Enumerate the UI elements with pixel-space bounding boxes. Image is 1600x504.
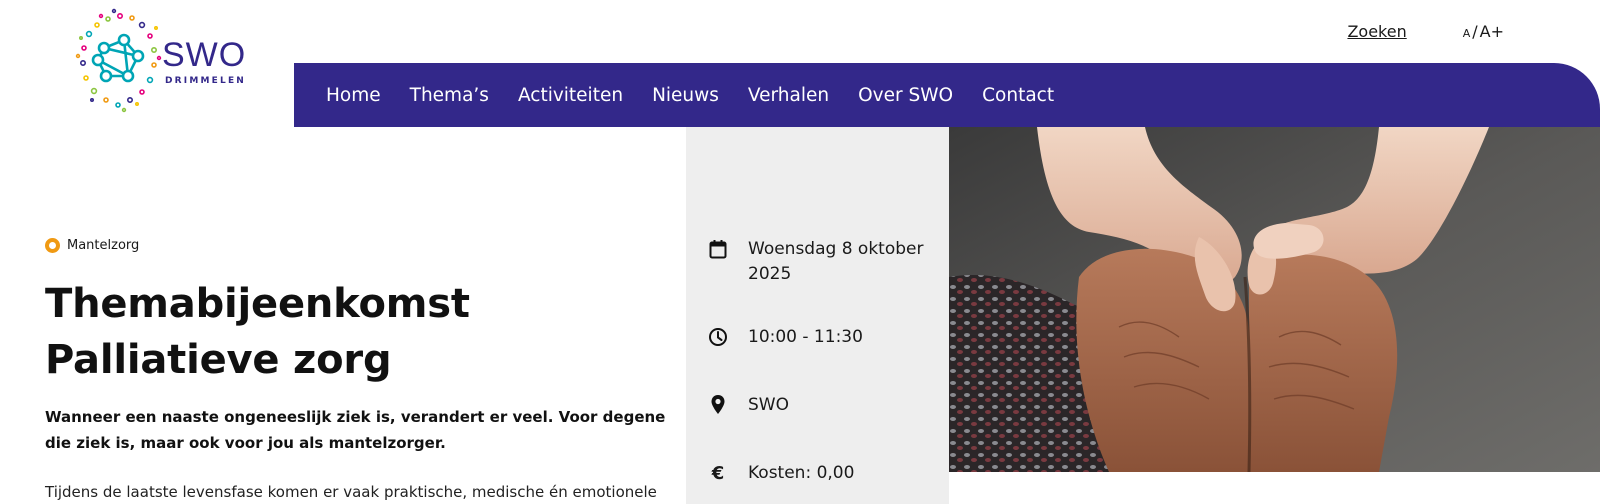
nav-item-home[interactable]: Home <box>326 85 381 106</box>
nav-item-verhalen[interactable]: Verhalen <box>748 85 829 106</box>
event-cost: € Kosten: 0,00 <box>708 461 855 486</box>
category-label: Mantelzorg <box>67 238 140 253</box>
event-date: Woensdag 8 oktober 2025 <box>708 237 933 287</box>
nav-item-themas[interactable]: Thema’s <box>410 85 489 106</box>
swo-logo-mark <box>75 8 162 113</box>
nav-item-contact[interactable]: Contact <box>982 85 1054 106</box>
euro-icon: € <box>711 462 725 484</box>
event-info-panel: Woensdag 8 oktober 2025 10:00 - 11:30 SW… <box>686 127 949 504</box>
hands-holding-photo <box>949 127 1600 472</box>
nav-item-activiteiten[interactable]: Activiteiten <box>518 85 623 106</box>
article-body: Tijdens de laatste levensfase komen er v… <box>45 483 657 501</box>
event-time-text: 10:00 - 11:30 <box>748 327 863 347</box>
main-navigation: Home Thema’s Activiteiten Nieuws Verhale… <box>294 63 1600 127</box>
swo-logo[interactable]: SWO DRIMMELEN <box>70 8 260 118</box>
font-size-separator: / <box>1472 22 1478 41</box>
page-title: Themabijeenkomst Palliatieve zorg <box>45 281 470 383</box>
nav-item-over-swo[interactable]: Over SWO <box>858 85 953 106</box>
map-pin-icon <box>708 393 728 417</box>
category-tag[interactable]: Mantelzorg <box>45 238 139 253</box>
font-size-large-button[interactable]: A+ <box>1480 22 1504 41</box>
search-link[interactable]: Zoeken <box>1347 22 1406 41</box>
calendar-icon <box>708 237 728 261</box>
utility-links: Zoeken A / A+ <box>1347 22 1504 41</box>
event-date-text: Woensdag 8 oktober 2025 <box>748 239 924 284</box>
category-dot-icon <box>45 238 60 253</box>
font-size-toggle: A / A+ <box>1463 22 1504 41</box>
article-intro: Wanneer een naaste ongeneeslijk ziek is,… <box>45 408 666 452</box>
event-cost-text: Kosten: 0,00 <box>748 463 855 483</box>
event-location-text: SWO <box>748 395 789 415</box>
event-location: SWO <box>708 393 789 418</box>
hands-photo-illustration <box>949 127 1600 472</box>
logo-wordmark: SWO <box>162 36 247 74</box>
logo-subtitle: DRIMMELEN <box>165 76 247 86</box>
event-time: 10:00 - 11:30 <box>708 325 863 350</box>
nav-item-nieuws[interactable]: Nieuws <box>652 85 719 106</box>
clock-icon <box>708 325 728 349</box>
font-size-small-button[interactable]: A <box>1463 27 1471 40</box>
